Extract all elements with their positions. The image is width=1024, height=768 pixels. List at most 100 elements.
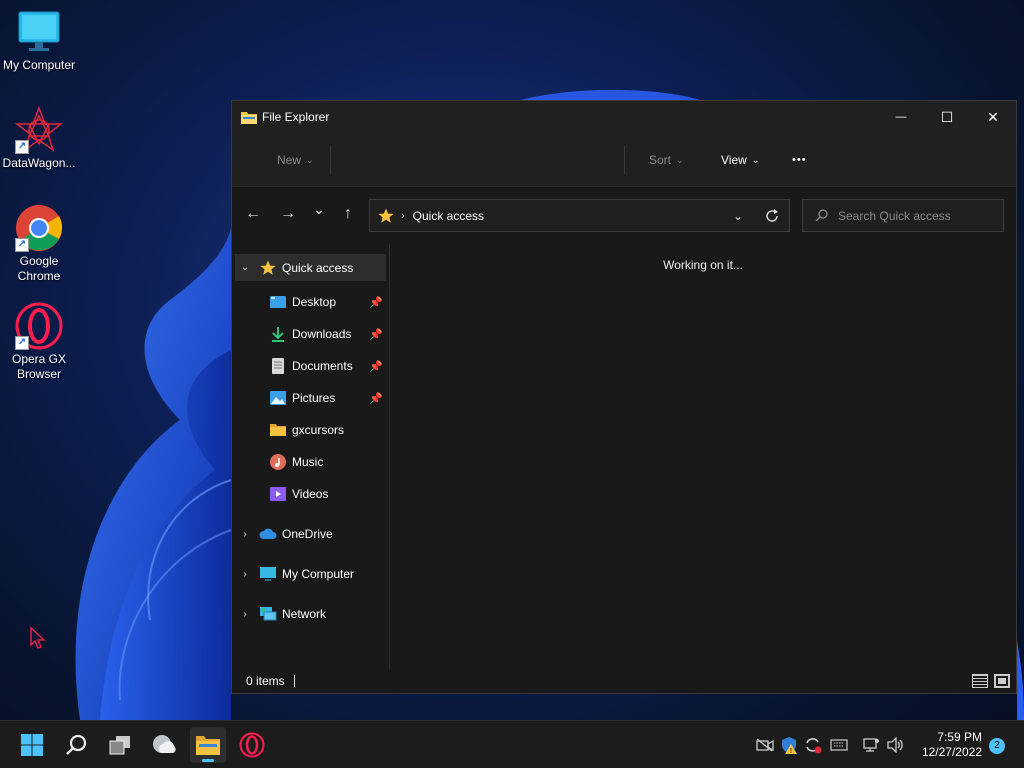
address-history-chevron-icon[interactable]: ⌄ bbox=[733, 209, 743, 223]
network-icon bbox=[258, 605, 278, 623]
opera-gx-icon: ↗ bbox=[15, 302, 63, 350]
sort-button[interactable]: Sort ⌄ bbox=[649, 133, 684, 187]
videos-icon bbox=[268, 485, 288, 503]
new-button[interactable]: New ⌄ bbox=[277, 133, 314, 187]
item-count: 0 items bbox=[246, 674, 285, 688]
monitor-icon bbox=[15, 8, 63, 56]
pictures-icon bbox=[268, 389, 288, 407]
nav-item-label: Network bbox=[282, 607, 327, 621]
more-options-button[interactable]: ••• bbox=[792, 133, 807, 187]
refresh-icon[interactable] bbox=[765, 208, 779, 223]
search-icon bbox=[66, 734, 87, 755]
security-shield-icon[interactable]: ! bbox=[780, 736, 798, 754]
task-view-icon bbox=[109, 736, 130, 755]
maximize-button[interactable]: ☐ bbox=[924, 101, 970, 133]
nav-item-quick-access[interactable]: ⌄ Quick access bbox=[235, 254, 386, 281]
opera-gx-icon bbox=[239, 732, 265, 758]
nav-item-gxcursors[interactable]: gxcursors bbox=[232, 414, 389, 446]
breadcrumb-chevron-icon: › bbox=[401, 209, 405, 222]
nav-item-label: Documents bbox=[292, 359, 353, 373]
nav-item-downloads[interactable]: Downloads 📌 bbox=[232, 318, 389, 350]
command-bar: New ⌄ Sort ⌄ View ⌄ ••• bbox=[232, 133, 1016, 187]
network-status-icon[interactable] bbox=[862, 737, 880, 753]
active-indicator bbox=[202, 759, 214, 762]
desktop-icon-label: DataWagon... bbox=[2, 156, 76, 170]
desktop-icon-chrome[interactable]: ↗ Google Chrome bbox=[2, 204, 76, 284]
divider bbox=[330, 146, 331, 174]
title-bar[interactable]: File Explorer — ☐ ✕ bbox=[232, 101, 1016, 133]
address-bar[interactable]: › Quick access ⌄ bbox=[369, 199, 790, 232]
chevron-right-icon: › bbox=[243, 608, 247, 620]
system-tray: ! bbox=[756, 721, 904, 768]
file-list-pane[interactable]: Working on it... bbox=[390, 244, 1016, 669]
taskbar-file-explorer[interactable] bbox=[190, 727, 226, 763]
camera-off-icon[interactable] bbox=[756, 738, 774, 752]
desktop-icon-label: Opera GX Browser bbox=[11, 352, 67, 381]
navigation-pane: ⌄ Quick access Desktop 📌 Downloads 📌 Doc… bbox=[232, 244, 390, 669]
nav-item-desktop[interactable]: Desktop 📌 bbox=[232, 286, 389, 318]
minimize-button[interactable]: — bbox=[878, 101, 924, 133]
nav-item-videos[interactable]: Videos bbox=[232, 478, 389, 510]
clock[interactable]: 7:59 PM 12/27/2022 bbox=[922, 730, 982, 760]
large-icons-view-icon[interactable] bbox=[994, 674, 1010, 688]
task-view-button[interactable] bbox=[102, 727, 138, 763]
clock-time: 7:59 PM bbox=[937, 730, 982, 744]
cloud-icon bbox=[258, 525, 278, 543]
start-icon bbox=[21, 734, 43, 756]
chevron-down-icon: ⌄ bbox=[676, 154, 684, 165]
close-button[interactable]: ✕ bbox=[970, 101, 1016, 133]
nav-item-label: OneDrive bbox=[282, 527, 333, 541]
file-explorer-window: File Explorer — ☐ ✕ New ⌄ Sort ⌄ View ⌄ … bbox=[231, 100, 1017, 694]
maximize-icon: ☐ bbox=[940, 108, 954, 125]
recent-locations-button[interactable]: ⌄ bbox=[309, 201, 329, 218]
nav-item-network[interactable]: › Network bbox=[232, 598, 389, 630]
volume-icon[interactable] bbox=[886, 737, 904, 753]
view-button[interactable]: View ⌄ bbox=[721, 133, 759, 187]
desktop-icon-opera-gx[interactable]: ↗ Opera GX Browser bbox=[2, 302, 76, 382]
nav-item-music[interactable]: Music bbox=[232, 446, 389, 478]
desktop-icon-label: Google Chrome bbox=[17, 254, 61, 283]
clock-date: 12/27/2022 bbox=[921, 745, 982, 759]
breadcrumb-quick-access[interactable]: Quick access bbox=[413, 209, 484, 223]
sync-icon[interactable] bbox=[804, 736, 822, 754]
keyboard-icon[interactable] bbox=[830, 738, 848, 752]
desktop-icon-datawagon[interactable]: ↗ DataWagon... bbox=[2, 105, 76, 171]
chevron-right-icon: › bbox=[243, 568, 247, 580]
desktop-icon-my-computer[interactable]: My Computer bbox=[2, 8, 76, 73]
sort-label: Sort bbox=[649, 153, 672, 167]
forward-button[interactable]: → bbox=[278, 205, 298, 223]
widgets-button[interactable] bbox=[146, 727, 182, 763]
back-button[interactable]: ← bbox=[243, 205, 263, 223]
monitor-icon bbox=[258, 565, 278, 583]
folder-icon bbox=[241, 112, 257, 124]
chevron-down-icon: ⌄ bbox=[240, 262, 250, 273]
nav-item-label: Videos bbox=[292, 487, 329, 501]
nav-item-my-computer[interactable]: › My Computer bbox=[232, 558, 389, 590]
up-button[interactable]: ↑ bbox=[338, 205, 358, 223]
nav-item-label: Quick access bbox=[282, 260, 354, 275]
status-bar: 0 items bbox=[232, 669, 1016, 693]
nav-item-onedrive[interactable]: › OneDrive bbox=[232, 518, 389, 550]
chrome-icon: ↗ bbox=[15, 204, 63, 252]
nav-item-documents[interactable]: Documents 📌 bbox=[232, 350, 389, 382]
shortcut-arrow-icon: ↗ bbox=[15, 238, 29, 252]
pin-icon: 📌 bbox=[369, 360, 383, 373]
pin-icon: 📌 bbox=[369, 296, 383, 309]
pin-icon: 📌 bbox=[369, 328, 383, 341]
folder-icon bbox=[268, 421, 288, 439]
datawagon-icon: ↗ bbox=[14, 105, 64, 154]
desktop-folder-icon bbox=[268, 293, 288, 311]
search-box[interactable] bbox=[802, 199, 1004, 232]
search-input[interactable] bbox=[838, 208, 998, 223]
taskbar-search-button[interactable] bbox=[58, 727, 94, 763]
nav-item-pictures[interactable]: Pictures 📌 bbox=[232, 382, 389, 414]
taskbar-opera-gx[interactable] bbox=[234, 727, 270, 763]
close-icon: ✕ bbox=[987, 108, 999, 125]
download-icon bbox=[268, 325, 288, 343]
chevron-down-icon: ⌄ bbox=[313, 201, 325, 217]
start-button[interactable] bbox=[14, 727, 50, 763]
notification-badge[interactable]: 2 bbox=[989, 738, 1005, 754]
details-view-icon[interactable] bbox=[972, 674, 988, 688]
content-area: ⌄ Quick access Desktop 📌 Downloads 📌 Doc… bbox=[232, 244, 1016, 669]
shortcut-arrow-icon: ↗ bbox=[15, 140, 29, 154]
